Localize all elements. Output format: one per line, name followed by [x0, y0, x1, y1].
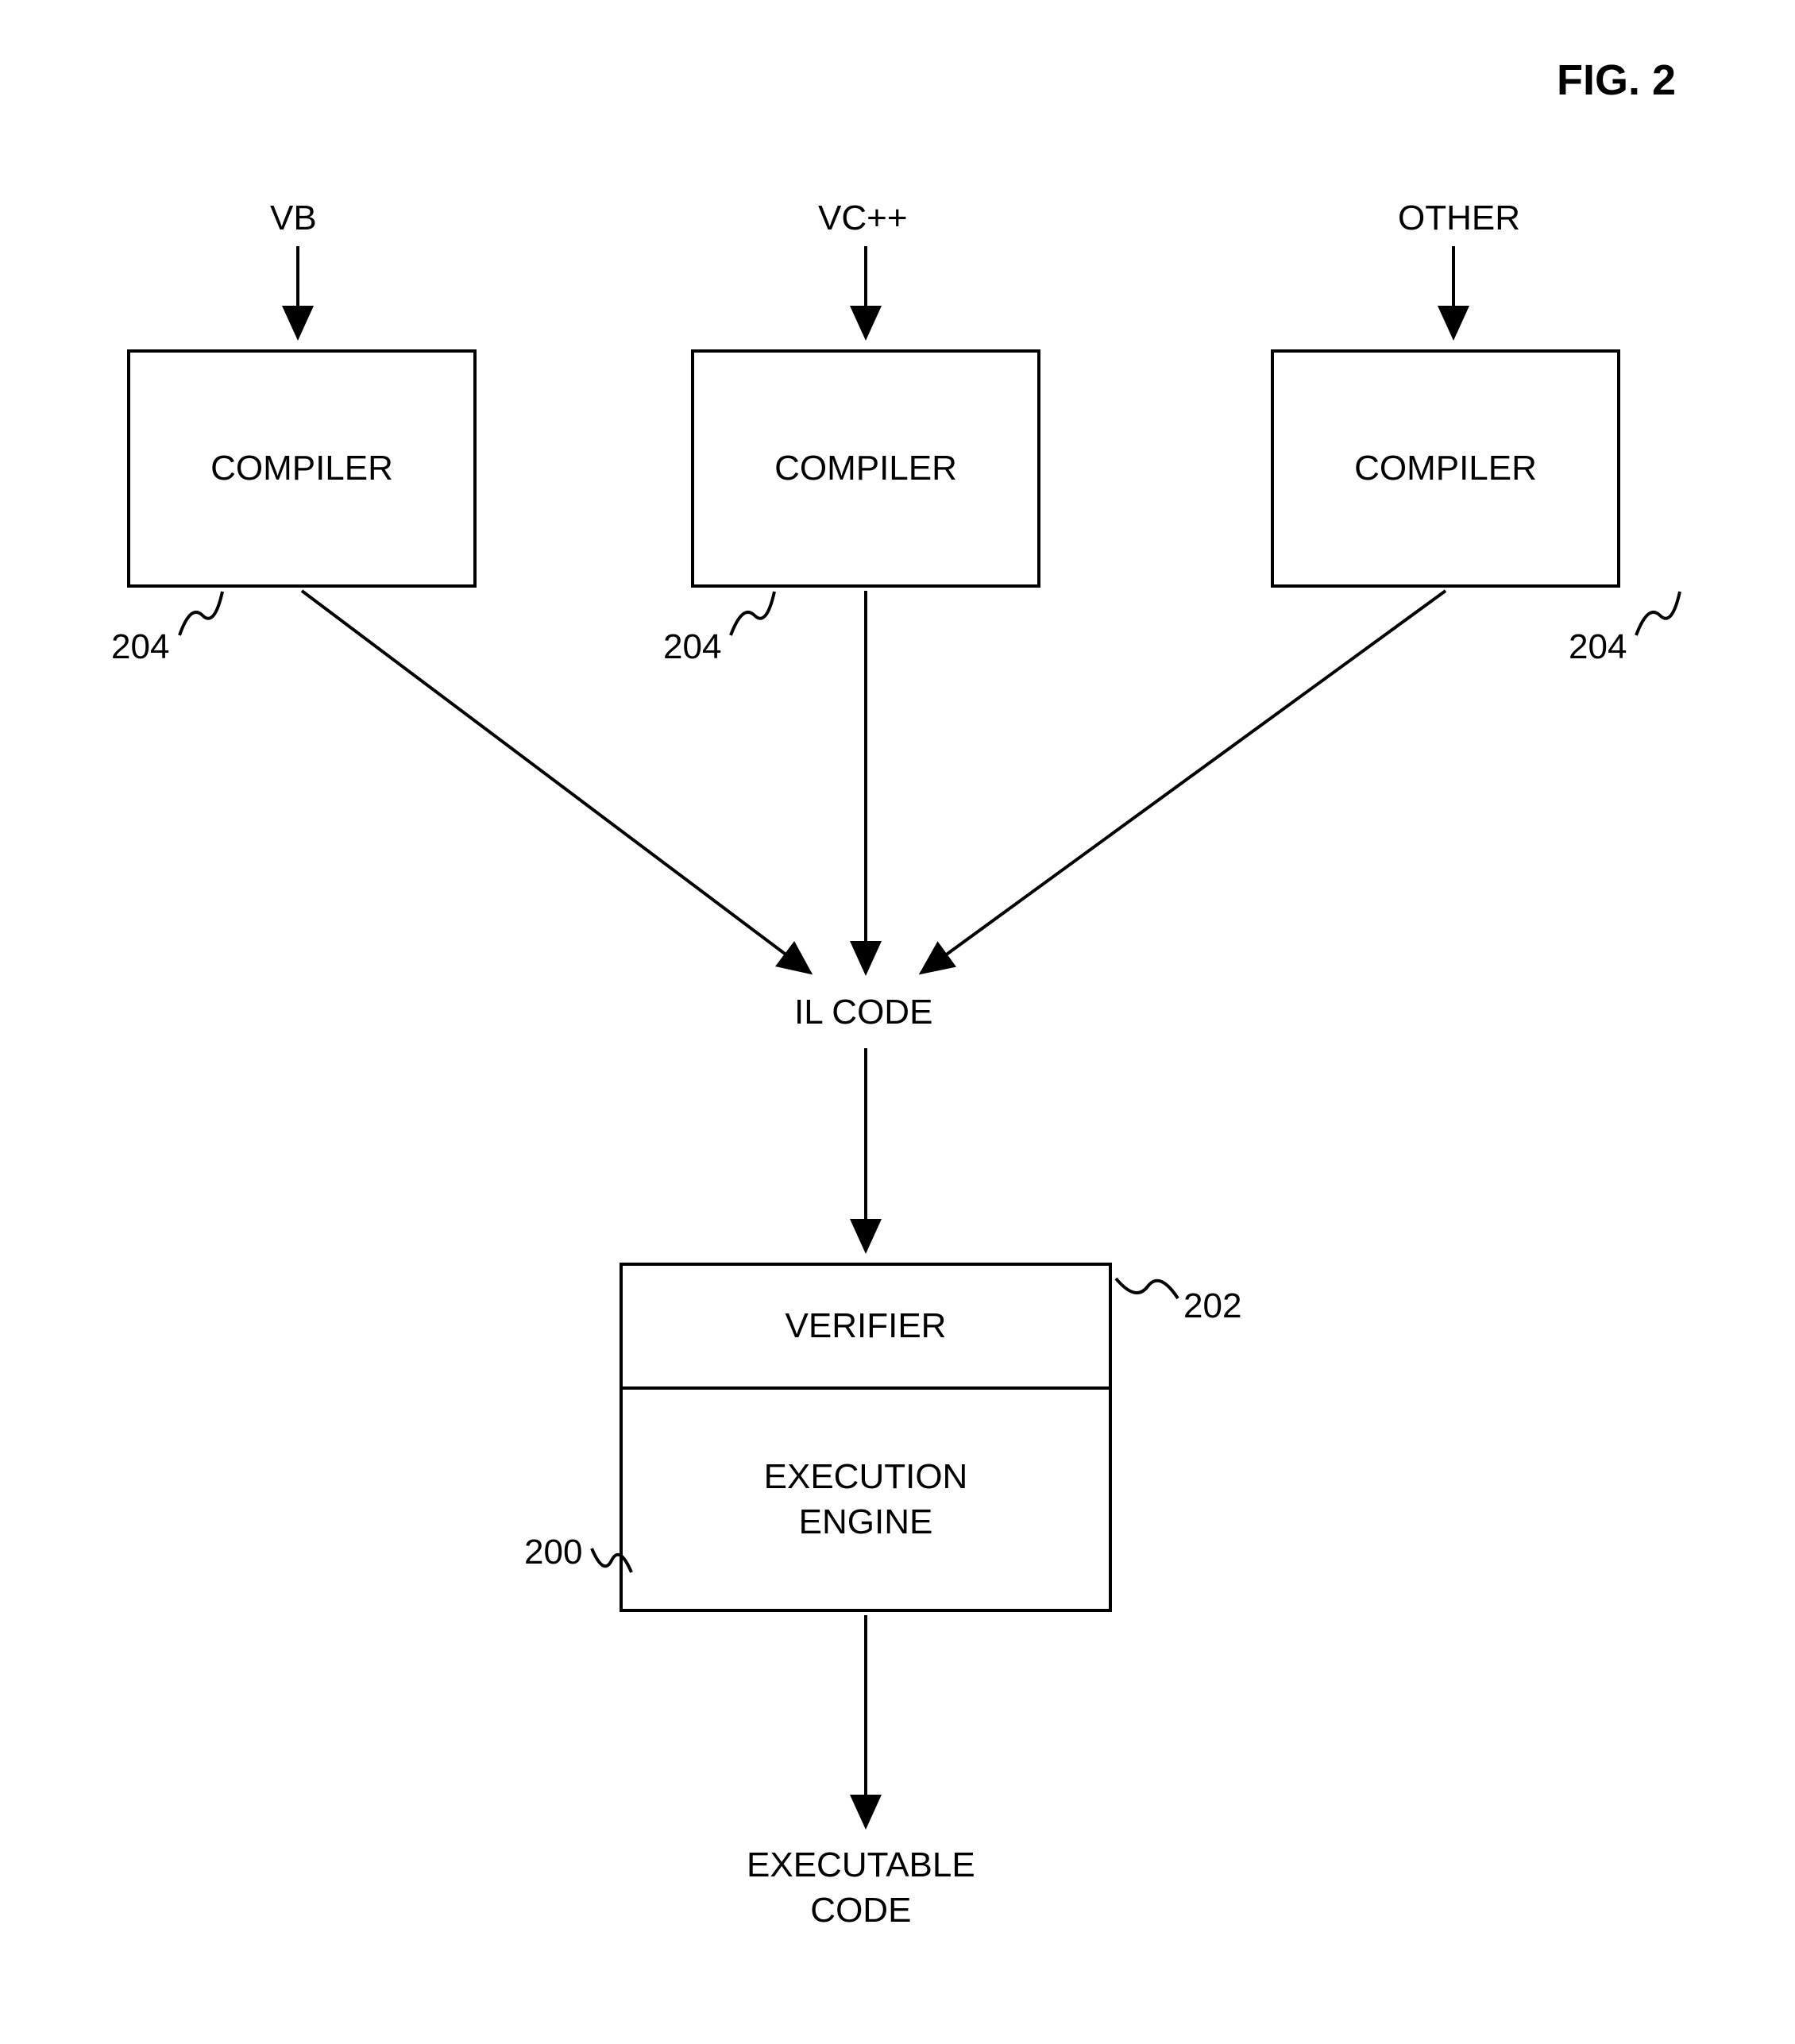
verifier-text: VERIFIER	[786, 1306, 947, 1346]
executable-code-label: EXECUTABLE CODE	[747, 1842, 975, 1933]
execution-engine-box: EXECUTION ENGINE	[620, 1390, 1112, 1612]
ref-204-right: 204	[1569, 627, 1627, 667]
ref-204-center: 204	[663, 627, 721, 667]
figure-title: FIG. 2	[1557, 56, 1676, 105]
execution-engine-text: EXECUTION ENGINE	[764, 1454, 968, 1545]
verifier-box: VERIFIER	[620, 1263, 1112, 1390]
il-code-label: IL CODE	[794, 993, 932, 1032]
ref-202: 202	[1183, 1286, 1241, 1326]
compiler-text: COMPILER	[774, 449, 957, 488]
compiler-text: COMPILER	[210, 449, 393, 488]
compiler-box-vb: COMPILER	[127, 349, 477, 588]
source-vcpp-label: VC++	[818, 199, 908, 238]
ref-204-left: 204	[111, 627, 169, 667]
compiler-box-other: COMPILER	[1271, 349, 1620, 588]
source-other-label: OTHER	[1398, 199, 1520, 238]
compiler-text: COMPILER	[1354, 449, 1537, 488]
ref-200: 200	[524, 1533, 582, 1572]
source-vb-label: VB	[270, 199, 317, 238]
compiler-box-vcpp: COMPILER	[691, 349, 1040, 588]
